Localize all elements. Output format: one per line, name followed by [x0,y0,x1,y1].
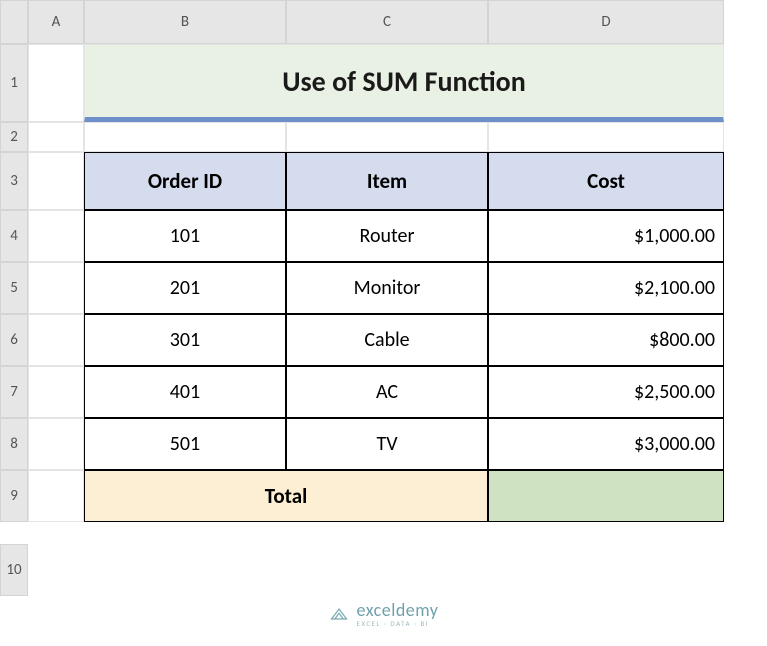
cell-item[interactable]: Cable [286,314,488,366]
title-cell[interactable]: Use of SUM Function [84,44,724,122]
cell-cost[interactable]: $3,000.00 [488,418,724,470]
cell-A8[interactable] [28,418,84,470]
select-all-corner[interactable] [0,0,28,44]
logo-icon [329,604,349,624]
cell-item[interactable]: Monitor [286,262,488,314]
row-header-4[interactable]: 4 [0,210,28,262]
cell-order-id[interactable]: 301 [84,314,286,366]
row-header-6[interactable]: 6 [0,314,28,366]
spreadsheet-grid: A B C D 1 2 3 4 5 6 7 8 9 Use of SUM Fun… [0,0,724,522]
cell-A4[interactable] [28,210,84,262]
cell-cost[interactable]: $2,100.00 [488,262,724,314]
cell-C2[interactable] [286,122,488,152]
cell-B2[interactable] [84,122,286,152]
row-header-9[interactable]: 9 [0,470,28,522]
col-header-A[interactable]: A [28,0,84,44]
table-header-item[interactable]: Item [286,152,488,210]
cell-order-id[interactable]: 101 [84,210,286,262]
table-header-cost[interactable]: Cost [488,152,724,210]
cell-A3[interactable] [28,152,84,210]
table-header-order-id[interactable]: Order ID [84,152,286,210]
row-header-7[interactable]: 7 [0,366,28,418]
watermark-logo: exceldemy EXCEL · DATA · BI [329,599,439,628]
cell-A2[interactable] [28,122,84,152]
col-header-B[interactable]: B [84,0,286,44]
cell-item[interactable]: Router [286,210,488,262]
total-value-cell[interactable] [488,470,724,522]
cell-D2[interactable] [488,122,724,152]
row-header-8[interactable]: 8 [0,418,28,470]
logo-text: exceldemy [357,599,439,621]
col-header-D[interactable]: D [488,0,724,44]
cell-A6[interactable] [28,314,84,366]
row-header-10[interactable]: 10 [0,544,28,596]
cell-order-id[interactable]: 501 [84,418,286,470]
row-header-5[interactable]: 5 [0,262,28,314]
cell-cost[interactable]: $1,000.00 [488,210,724,262]
logo-subtext: EXCEL · DATA · BI [357,619,439,628]
cell-cost[interactable]: $2,500.00 [488,366,724,418]
total-label-cell[interactable]: Total [84,470,488,522]
cell-A1[interactable] [28,44,84,122]
cell-A9[interactable] [28,470,84,522]
cell-A5[interactable] [28,262,84,314]
cell-A7[interactable] [28,366,84,418]
cell-order-id[interactable]: 401 [84,366,286,418]
cell-cost[interactable]: $800.00 [488,314,724,366]
cell-item[interactable]: TV [286,418,488,470]
row-header-2[interactable]: 2 [0,122,28,152]
cell-order-id[interactable]: 201 [84,262,286,314]
col-header-C[interactable]: C [286,0,488,44]
cell-item[interactable]: AC [286,366,488,418]
row-header-3[interactable]: 3 [0,152,28,210]
row-header-1[interactable]: 1 [0,44,28,122]
